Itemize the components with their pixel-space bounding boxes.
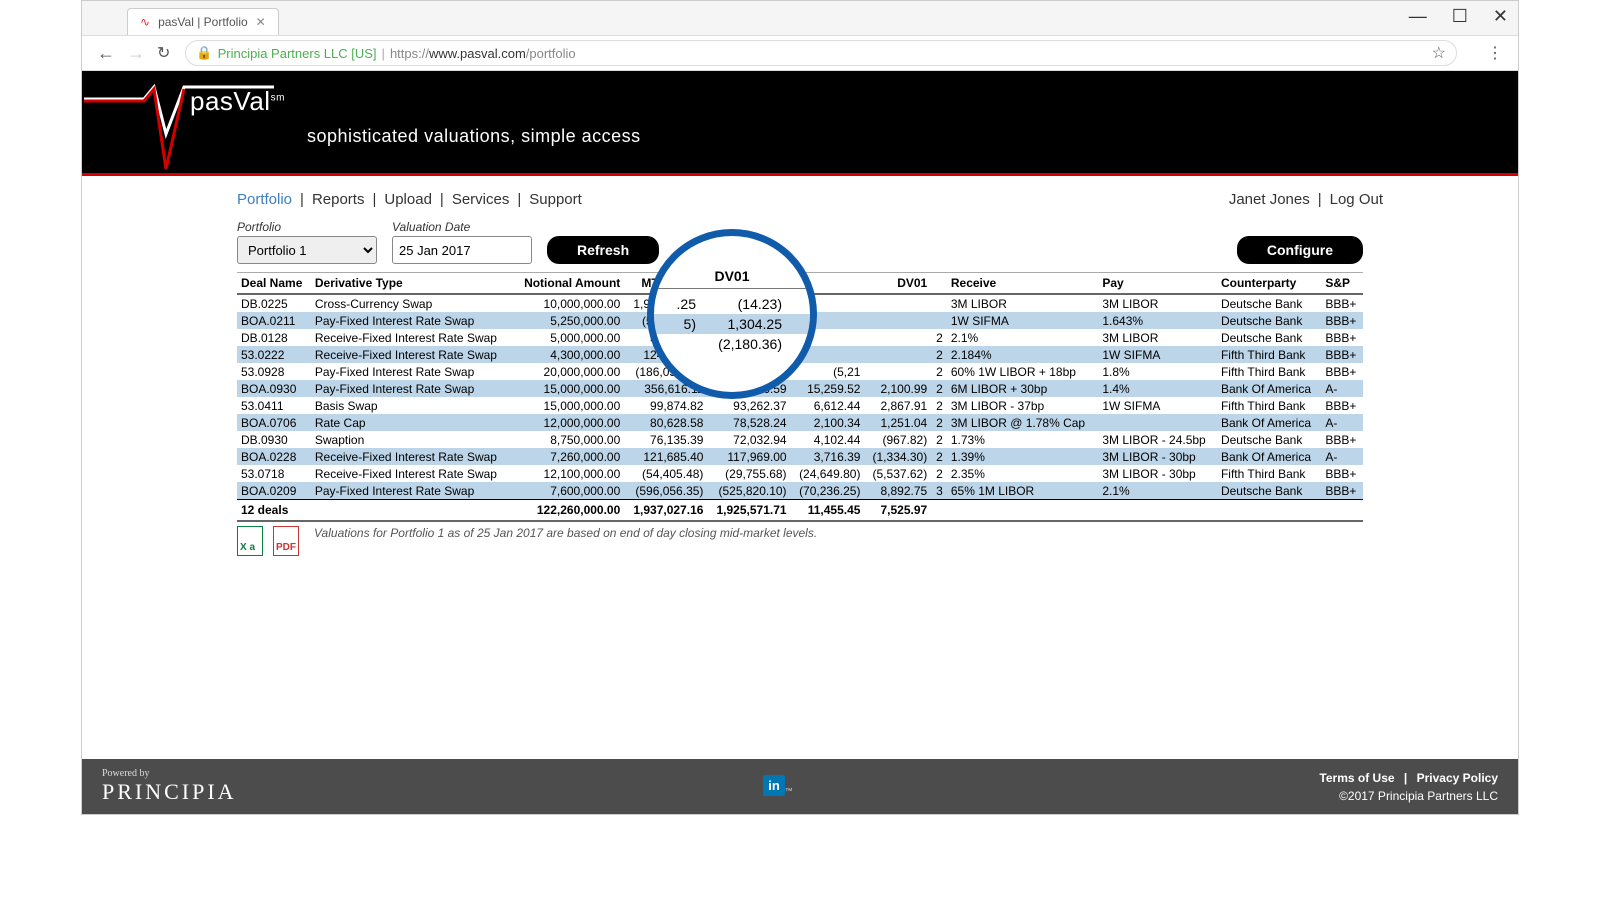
col-header[interactable]: Derivative Type	[311, 273, 513, 295]
col-header[interactable]: Pay	[1098, 273, 1217, 295]
col-header[interactable]: Counterparty	[1217, 273, 1321, 295]
linkedin-link[interactable]: in™	[763, 778, 793, 795]
close-icon[interactable]: ✕	[1493, 6, 1508, 27]
col-header[interactable]: MTM Value	[624, 273, 707, 295]
lock-icon: 🔒	[196, 45, 212, 61]
site-header: pasValsm sophisticated valuations, simpl…	[82, 71, 1518, 176]
nav-item-portfolio[interactable]: Portfolio	[237, 191, 292, 208]
browser-window: — ☐ ✕ ∿ pasVal | Portfolio ✕ ← → ↻ 🔒 Pri…	[81, 0, 1519, 815]
content-area: pasValsm sophisticated valuations, simpl…	[82, 71, 1518, 814]
valuation-date-input[interactable]	[392, 236, 532, 264]
nav-item-services[interactable]: Services	[452, 191, 510, 208]
table-row[interactable]: BOA.0211Pay-Fixed Interest Rate Swap5,25…	[237, 312, 1363, 329]
menu-icon[interactable]: ⋮	[1487, 43, 1503, 63]
table-row[interactable]: DB.0128Receive-Fixed Interest Rate Swap5…	[237, 329, 1363, 346]
export-pdf-icon[interactable]: PDF	[273, 526, 299, 556]
table-row[interactable]: DB.0930Swaption8,750,000.0076,135.3972,0…	[237, 431, 1363, 448]
valuation-date-label: Valuation Date	[392, 220, 532, 234]
url-host: www.pasval.com	[429, 46, 526, 61]
portfolio-select[interactable]: Portfolio 1	[237, 236, 377, 264]
col-header[interactable]: S&P	[1321, 273, 1363, 295]
window-controls: — ☐ ✕	[1409, 6, 1508, 27]
table-row[interactable]: 53.0411Basis Swap15,000,000.0099,874.829…	[237, 397, 1363, 414]
nav-item-upload[interactable]: Upload	[384, 191, 432, 208]
copyright: ©2017 Principia Partners LLC	[1319, 789, 1498, 803]
nav-item-support[interactable]: Support	[529, 191, 582, 208]
footer-brand: PRINCIPIA	[102, 779, 237, 805]
table-row[interactable]: BOA.0706Rate Cap12,000,000.0080,628.5878…	[237, 414, 1363, 431]
tagline: sophisticated valuations, simple access	[307, 126, 641, 147]
minimize-icon[interactable]: —	[1409, 6, 1427, 27]
table-wrap: Deal NameDerivative TypeNotional AmountM…	[82, 264, 1518, 556]
table-row[interactable]: 53.0718Receive-Fixed Interest Rate Swap1…	[237, 465, 1363, 482]
col-header[interactable]: Receive	[947, 273, 1098, 295]
linkedin-icon: in	[763, 775, 785, 796]
browser-tab[interactable]: ∿ pasVal | Portfolio ✕	[127, 8, 279, 35]
forward-icon[interactable]: →	[127, 43, 147, 64]
table-row[interactable]: BOA.0930Pay-Fixed Interest Rate Swap15,0…	[237, 380, 1363, 397]
nav-row: Portfolio|Reports|Upload|Services|Suppor…	[82, 176, 1518, 220]
tab-favicon-icon: ∿	[140, 15, 150, 29]
table-row[interactable]: 53.0222Receive-Fixed Interest Rate Swap4…	[237, 346, 1363, 363]
secure-org: Principia Partners LLC [US]	[218, 46, 377, 61]
logout-link[interactable]: Log Out	[1330, 191, 1383, 208]
export-excel-icon[interactable]: X a	[237, 526, 263, 556]
col-header[interactable]: DV01	[864, 273, 931, 295]
reload-icon[interactable]: ↻	[157, 43, 170, 63]
portfolio-table: Deal NameDerivative TypeNotional AmountM…	[237, 272, 1363, 522]
back-icon[interactable]: ←	[97, 43, 117, 64]
bookmark-icon[interactable]: ☆	[1432, 43, 1446, 63]
footnote: Valuations for Portfolio 1 as of 25 Jan …	[314, 526, 817, 540]
configure-button[interactable]: Configure	[1237, 236, 1363, 264]
tab-close-icon[interactable]: ✕	[256, 15, 266, 29]
filter-row: Portfolio Portfolio 1 Valuation Date Ref…	[82, 220, 1518, 264]
privacy-link[interactable]: Privacy Policy	[1417, 771, 1498, 785]
address-bar: ← → ↻ 🔒 Principia Partners LLC [US] | ht…	[82, 36, 1518, 71]
url-prefix: https://	[390, 46, 429, 61]
portfolio-label: Portfolio	[237, 220, 377, 234]
powered-by-label: Powered by	[102, 768, 237, 779]
col-header[interactable]	[791, 273, 865, 295]
table-row[interactable]: BOA.0228Receive-Fixed Interest Rate Swap…	[237, 448, 1363, 465]
url-input[interactable]: 🔒 Principia Partners LLC [US] | https://…	[185, 40, 1457, 66]
user-name[interactable]: Janet Jones	[1229, 191, 1310, 208]
url-path: /portfolio	[526, 46, 576, 61]
col-header[interactable]: Notional Amount	[513, 273, 624, 295]
terms-link[interactable]: Terms of Use	[1319, 771, 1394, 785]
tab-bar: ∿ pasVal | Portfolio ✕	[82, 1, 1518, 36]
header-divider	[82, 173, 1518, 176]
col-header[interactable]: Deal Name	[237, 273, 311, 295]
nav-item-reports[interactable]: Reports	[312, 191, 365, 208]
refresh-button[interactable]: Refresh	[547, 236, 659, 264]
col-header[interactable]: Fair Value	[707, 273, 790, 295]
table-row[interactable]: DB.0225Cross-Currency Swap10,000,000.001…	[237, 294, 1363, 312]
table-row[interactable]: BOA.0209Pay-Fixed Interest Rate Swap7,60…	[237, 482, 1363, 500]
tab-title: pasVal | Portfolio	[158, 15, 248, 29]
site-footer: Powered by PRINCIPIA in™ Terms of Use | …	[82, 759, 1518, 814]
table-row[interactable]: 53.0928Pay-Fixed Interest Rate Swap20,00…	[237, 363, 1363, 380]
logo: pasValsm	[122, 86, 285, 117]
col-header[interactable]	[931, 273, 947, 295]
maximize-icon[interactable]: ☐	[1452, 6, 1468, 27]
